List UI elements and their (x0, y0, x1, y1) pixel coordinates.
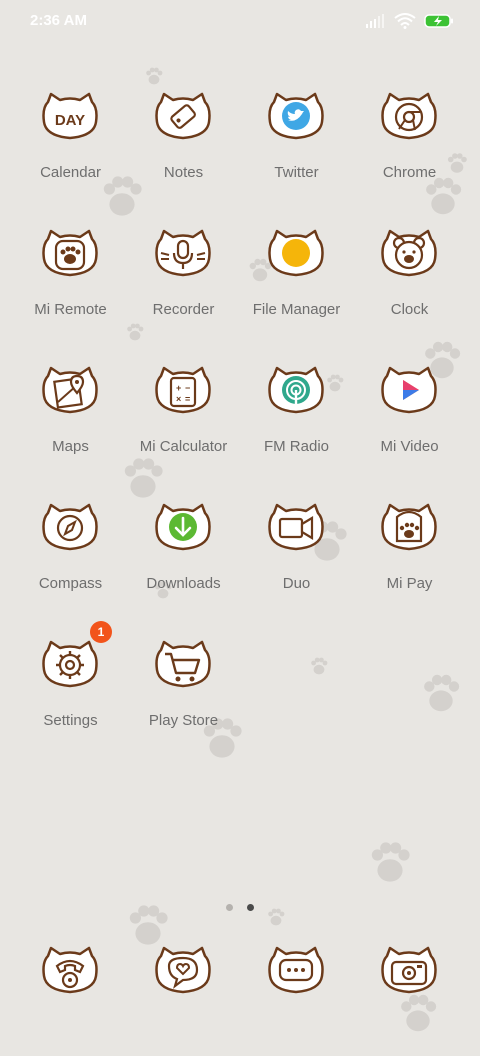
chat-bubble-icon (278, 958, 314, 982)
app-label: Mi Pay (386, 575, 433, 592)
app-label: Maps (52, 438, 89, 455)
dock (0, 946, 480, 1006)
file-manager-icon[interactable] (266, 229, 326, 279)
app-fm-radio[interactable]: FM Radio (240, 366, 353, 476)
settings-gear-icon[interactable] (40, 640, 100, 690)
svg-text:=: = (185, 394, 190, 404)
app-label: Mi Video (380, 438, 439, 455)
app-mi-pay[interactable]: Mi Pay (353, 503, 466, 613)
svg-text:DAY: DAY (55, 112, 85, 129)
app-mi-video[interactable]: Mi Video (353, 366, 466, 476)
app-label: Twitter (274, 164, 319, 181)
app-calendar[interactable]: DAY Calendar (14, 92, 127, 202)
download-icon (169, 513, 197, 541)
compass-icon[interactable] (40, 503, 100, 553)
calendar-day-icon: DAY (55, 112, 85, 129)
page-dot-2[interactable] (247, 904, 255, 911)
calendar-day-icon[interactable]: DAY (40, 92, 100, 142)
camera-icon (390, 960, 428, 986)
status-time: 2:36 AM (30, 12, 87, 29)
radio-icon[interactable] (266, 366, 326, 416)
battery-charging-icon (424, 14, 453, 28)
app-label: FM Radio (263, 438, 330, 455)
twitter-icon[interactable] (266, 92, 326, 142)
app-label: Recorder (152, 301, 215, 318)
app-compass[interactable]: Compass (14, 503, 127, 613)
page-indicator[interactable] (0, 898, 480, 916)
signal-icon (366, 13, 385, 28)
app-mi-remote[interactable]: Mi Remote (14, 229, 127, 339)
app-label: Play Store (148, 712, 219, 729)
map-pin-icon[interactable] (40, 366, 100, 416)
app-clock[interactable]: Clock (353, 229, 466, 339)
video-camera-icon (278, 516, 314, 540)
chat-bubble-icon[interactable] (266, 946, 326, 996)
app-label: Clock (390, 301, 429, 318)
app-duo[interactable]: Duo (240, 503, 353, 613)
video-play-icon (396, 377, 422, 403)
app-twitter[interactable]: Twitter (240, 92, 353, 202)
wifi-icon (393, 12, 416, 29)
app-downloads[interactable]: Downloads (127, 503, 240, 613)
app-label: Calendar (40, 164, 101, 181)
bear-clock-icon (392, 236, 426, 270)
microphone-icon[interactable] (153, 229, 213, 279)
app-label: Notes (163, 164, 204, 181)
app-maps[interactable]: Maps (14, 366, 127, 476)
mi-pay-paw-icon (395, 510, 423, 543)
app-mi-calculator[interactable]: + − × = Mi Calculator (127, 366, 240, 476)
calculator-icon[interactable]: + − × = (153, 366, 213, 416)
paw-icon[interactable] (40, 229, 100, 279)
app-recorder[interactable]: Recorder (127, 229, 240, 339)
video-play-icon[interactable] (379, 366, 439, 416)
app-label: Duo (282, 575, 311, 592)
svg-text:×: × (176, 394, 181, 404)
file-manager-icon (282, 239, 310, 267)
twitter-icon (282, 102, 310, 130)
app-settings[interactable]: Settings (14, 640, 127, 750)
messages-heart-icon[interactable] (153, 946, 213, 996)
status-bar: 2:36 AM (0, 0, 480, 44)
phone-icon[interactable] (40, 946, 100, 996)
svg-text:−: − (185, 383, 190, 393)
status-icons (365, 12, 454, 30)
app-label: Settings (43, 712, 98, 729)
app-label: Downloads (146, 575, 221, 592)
app-file-manager[interactable]: File Manager (240, 229, 353, 339)
app-label: Mi Calculator (139, 438, 228, 455)
app-notes[interactable]: Notes (127, 92, 240, 202)
mi-pay-paw-icon[interactable] (379, 503, 439, 553)
bear-clock-icon[interactable] (379, 229, 439, 279)
app-label: Chrome (382, 164, 437, 181)
shopping-cart-icon[interactable] (153, 640, 213, 690)
svg-text:+: + (176, 383, 181, 393)
download-icon[interactable] (153, 503, 213, 553)
page-dot-1[interactable] (225, 904, 233, 911)
notes-tag-icon[interactable] (153, 92, 213, 142)
app-chrome[interactable]: Chrome (353, 92, 466, 202)
app-play-store[interactable]: Play Store (127, 640, 240, 750)
app-label: File Manager (252, 301, 341, 318)
radio-icon (282, 376, 310, 404)
video-camera-icon[interactable] (266, 503, 326, 553)
camera-icon[interactable] (379, 946, 439, 996)
chrome-icon[interactable] (379, 92, 439, 142)
app-label: Compass (38, 575, 103, 592)
app-label: Mi Remote (34, 301, 107, 318)
notification-badge: 1 (90, 621, 112, 643)
